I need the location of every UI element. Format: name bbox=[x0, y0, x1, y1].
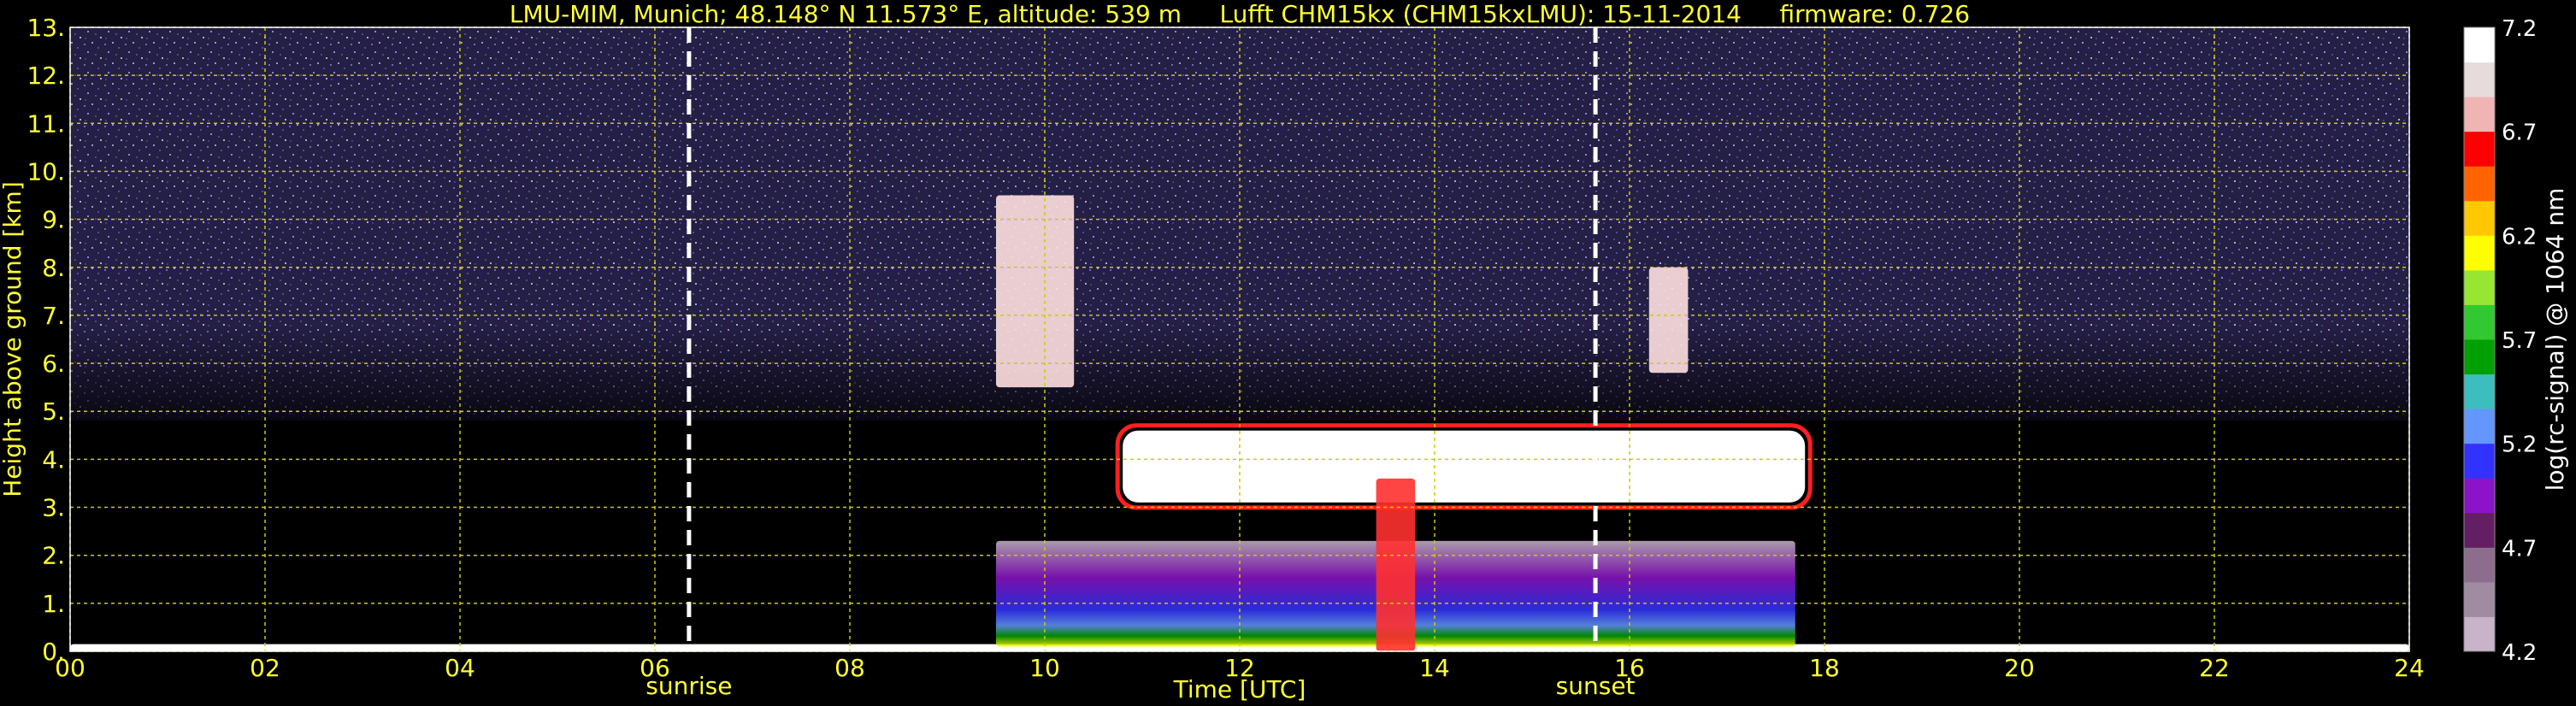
colorbar-segment bbox=[2464, 269, 2495, 305]
feature-cirrus bbox=[996, 195, 1075, 388]
y-tick-label: 6. bbox=[42, 350, 65, 378]
x-tick-label: 04 bbox=[445, 654, 475, 682]
y-tick-label: 5. bbox=[42, 397, 65, 426]
colorbar-segment bbox=[2464, 97, 2495, 132]
x-tick-label: 02 bbox=[250, 654, 280, 682]
y-tick-label: 0. bbox=[42, 638, 65, 666]
colorbar-segment bbox=[2464, 62, 2495, 97]
x-axis-label: Time [UTC] bbox=[1173, 675, 1306, 703]
colorbar-segment bbox=[2464, 616, 2495, 652]
colorbar-segment bbox=[2464, 409, 2495, 444]
feature-precipitation bbox=[1376, 478, 1416, 651]
x-tick-label: 14 bbox=[1419, 654, 1450, 682]
colorbar-segment bbox=[2464, 339, 2495, 375]
x-tick-label: 08 bbox=[834, 654, 865, 682]
y-tick-label: 3. bbox=[42, 494, 65, 522]
y-tick-label: 13. bbox=[27, 14, 65, 42]
x-tick-label: 22 bbox=[2199, 654, 2230, 682]
y-tick-label: 2. bbox=[42, 542, 65, 570]
colorbar-segment bbox=[2464, 512, 2495, 548]
feature-cloud-layer bbox=[1123, 430, 1806, 503]
colorbar-tick-label: 4.2 bbox=[2502, 640, 2537, 666]
colorbar-tick-label: 7.2 bbox=[2502, 16, 2537, 42]
y-axis-label: Height above ground [km] bbox=[0, 181, 27, 497]
y-tick-label: 1. bbox=[42, 590, 65, 618]
colorbar-tick-label: 5.2 bbox=[2502, 432, 2537, 458]
colorbar-segment bbox=[2464, 131, 2495, 167]
colorbar-segment bbox=[2464, 235, 2495, 271]
colorbar-tick-label: 6.2 bbox=[2502, 224, 2537, 250]
feature-cirrus bbox=[1648, 267, 1689, 374]
colorbar-tick-label: 6.7 bbox=[2502, 121, 2537, 146]
colorbar-segment bbox=[2464, 581, 2495, 617]
x-tick-label: 18 bbox=[1809, 654, 1840, 682]
colorbar-segment bbox=[2464, 374, 2495, 409]
x-tick-label: 10 bbox=[1029, 654, 1060, 682]
y-tick-label: 8. bbox=[42, 254, 65, 282]
y-tick-label: 12. bbox=[27, 62, 65, 90]
colorbar-segment bbox=[2464, 478, 2495, 514]
colorbar: 4.2 4.7 5.2 5.7 6.2 6.7 7.2 bbox=[2463, 16, 2537, 666]
x-tick-label: 16 bbox=[1614, 654, 1645, 682]
y-axis: 0. 1. 2. 3. 4. 5. 6. 7. 8. 9. 10. 11. 12. 13. bbox=[27, 14, 65, 666]
y-tick-label: 10. bbox=[27, 157, 65, 185]
y-tick-label: 7. bbox=[42, 302, 65, 330]
y-tick-label: 4. bbox=[42, 445, 65, 474]
y-tick-label: 9. bbox=[42, 206, 65, 234]
colorbar-tick-label: 5.7 bbox=[2502, 328, 2537, 354]
ceilometer-chart: sunrise sunset 00 02 04 06 08 10 12 14 16 18 20 22 24… bbox=[0, 14, 2569, 703]
colorbar-segment bbox=[2464, 547, 2495, 583]
x-tick-label: 24 bbox=[2394, 654, 2425, 682]
x-tick-label: 20 bbox=[2004, 654, 2035, 682]
colorbar-segment bbox=[2464, 443, 2495, 479]
colorbar-segment bbox=[2464, 304, 2495, 340]
colorbar-segment bbox=[2464, 166, 2495, 202]
y-tick-label: 11. bbox=[27, 109, 65, 138]
colorbar-segment bbox=[2464, 27, 2495, 63]
colorbar-label: log(rc-signal) @ 1064 nm bbox=[2541, 188, 2569, 491]
x-tick-label: 06 bbox=[640, 654, 670, 682]
colorbar-tick-label: 4.7 bbox=[2502, 536, 2537, 562]
colorbar-segment bbox=[2464, 200, 2495, 236]
